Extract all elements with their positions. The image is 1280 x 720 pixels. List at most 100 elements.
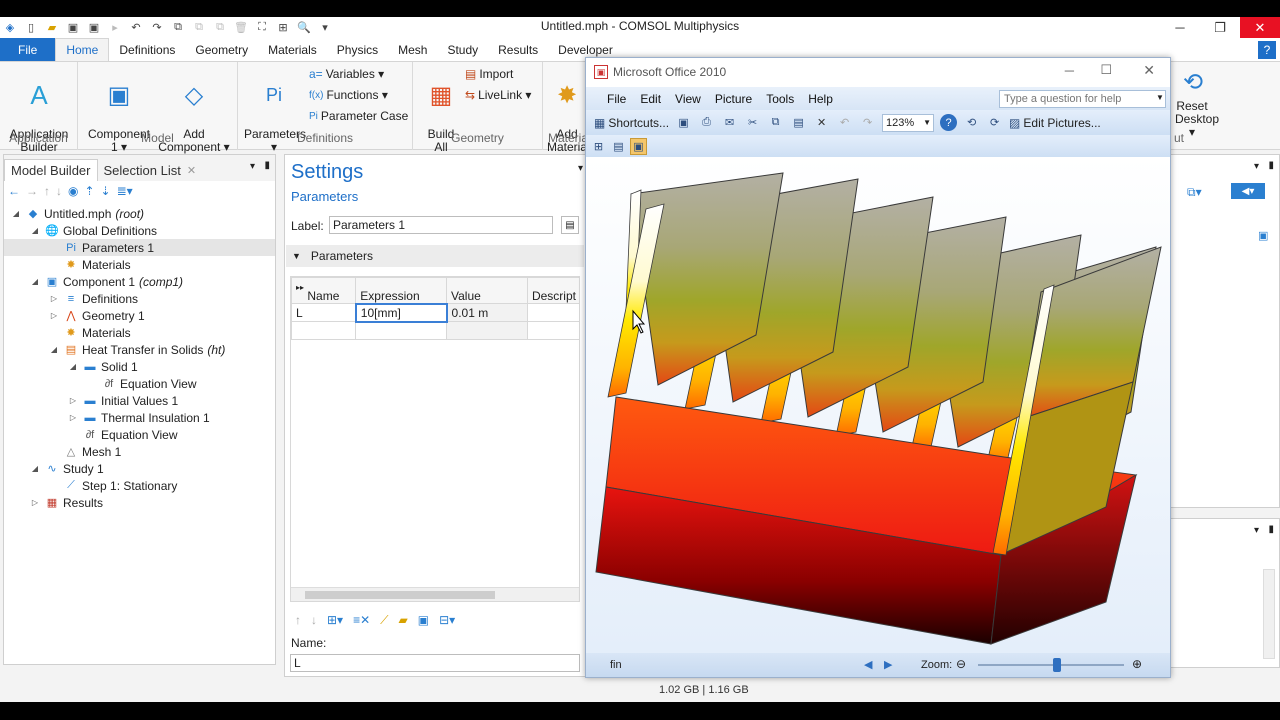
tab-study[interactable]: Study xyxy=(437,38,488,61)
tree-item[interactable]: △ Mesh 1 xyxy=(4,443,275,460)
close-tab-icon[interactable]: ✕ xyxy=(187,164,196,177)
zoom-select[interactable]: 123% ▼ xyxy=(882,113,935,132)
help-dropdown-icon[interactable]: ▼ xyxy=(1156,93,1164,102)
move-row-down-icon[interactable]: ↓ xyxy=(311,613,317,628)
table-row[interactable]: L 10[mm] 0.01 m xyxy=(291,302,579,323)
office-redo-icon[interactable]: ↷ xyxy=(859,114,876,131)
tree-item[interactable]: ◢ ◆ Untitled.mph (root) xyxy=(4,205,275,222)
tree-item[interactable]: ▷ ≡ Definitions xyxy=(4,290,275,307)
label-options-icon[interactable]: ▤ xyxy=(561,216,579,234)
tree-item[interactable]: ◢ ▬ Solid 1 xyxy=(4,358,275,375)
help-icon[interactable]: ? xyxy=(1258,41,1276,59)
tree-item[interactable]: ▷ ▬ Thermal Insulation 1 xyxy=(4,409,275,426)
functions-button[interactable]: f(x) Functions ▾ xyxy=(309,88,388,102)
shortcuts-button[interactable]: ▦ Shortcuts... xyxy=(594,116,669,130)
help-search-input[interactable]: Type a question for help xyxy=(999,90,1166,108)
tab-selection-list[interactable]: Selection List ✕ xyxy=(98,159,203,181)
edit-pictures-button[interactable]: ▨ Edit Pictures... xyxy=(1009,116,1101,130)
zoom-slider[interactable] xyxy=(978,658,1124,672)
office-undo-icon[interactable]: ↶ xyxy=(836,114,853,131)
tab-physics[interactable]: Physics xyxy=(327,38,388,61)
column-header-value[interactable]: Value xyxy=(446,277,528,304)
office-maximize-button[interactable]: ☐ xyxy=(1100,62,1112,78)
minimize-button[interactable]: ─ xyxy=(1160,17,1200,38)
import-button[interactable]: ▤ Import xyxy=(465,67,513,81)
previous-picture-icon[interactable]: ◀ xyxy=(864,658,872,671)
show-icon[interactable]: ◉ xyxy=(68,184,78,198)
office-delete-icon[interactable]: ✕ xyxy=(813,114,830,131)
expand-arrow-icon[interactable]: ▷ xyxy=(29,498,41,507)
next-picture-icon[interactable]: ▶ xyxy=(884,658,892,671)
clean-icon[interactable]: ⟋ xyxy=(380,613,388,628)
cell-name[interactable]: L xyxy=(291,303,357,322)
load-from-file-icon[interactable]: ▰ xyxy=(399,613,408,628)
tab-definitions[interactable]: Definitions xyxy=(109,38,185,61)
tree-item[interactable]: Pi Parameters 1 xyxy=(4,239,275,256)
panel-menu-icon[interactable]: ▾ xyxy=(250,161,255,172)
save-to-file-icon[interactable]: ▣ xyxy=(418,613,429,628)
expand-icon[interactable]: ⇣ xyxy=(101,184,111,198)
office-menu-view[interactable]: View xyxy=(668,92,708,106)
office-email-icon[interactable]: ✉ xyxy=(721,114,738,131)
expand-arrow-icon[interactable]: ◢ xyxy=(10,209,22,218)
tree-item[interactable]: ◢ ∿ Study 1 xyxy=(4,460,275,477)
expand-arrow-icon[interactable]: ▷ xyxy=(48,294,60,303)
tab-model-builder[interactable]: Model Builder xyxy=(4,159,98,181)
cell-description[interactable] xyxy=(526,303,579,322)
office-close-button[interactable]: ✕ xyxy=(1143,62,1155,79)
cell-empty[interactable] xyxy=(291,321,357,340)
screenshot-icon[interactable]: ▣ xyxy=(1258,229,1268,242)
settings-menu-icon[interactable]: ▾ xyxy=(578,163,583,174)
office-minimize-button[interactable]: ─ xyxy=(1065,63,1074,78)
table-hscrollbar[interactable] xyxy=(291,587,579,601)
pin-icon[interactable]: ▮ xyxy=(264,160,270,171)
office-menu-file[interactable]: File xyxy=(600,92,633,106)
move-down-icon[interactable]: ↓ xyxy=(56,184,62,198)
table-row-empty[interactable] xyxy=(291,321,579,340)
expand-arrow-icon[interactable]: ▷ xyxy=(48,311,60,320)
column-header-expression[interactable]: Expression xyxy=(355,277,448,304)
livelink-button[interactable]: ⇆ LiveLink ▾ xyxy=(465,88,531,102)
move-row-up-icon[interactable]: ↑ xyxy=(295,613,301,628)
office-menu-tools[interactable]: Tools xyxy=(759,92,801,106)
graphics-menu-icon[interactable]: ▾ xyxy=(1254,161,1259,172)
tab-geometry[interactable]: Geometry xyxy=(185,38,258,61)
add-row-icon[interactable]: ⊞▾ xyxy=(327,613,343,628)
back-icon[interactable]: ← xyxy=(8,184,20,198)
cell-empty[interactable] xyxy=(526,321,579,340)
collapse-icon[interactable]: ⇡ xyxy=(84,184,94,198)
reset-desktop-button[interactable]: ⟲ xyxy=(1173,66,1213,102)
zoom-in-icon[interactable]: ⊕ xyxy=(1132,657,1142,671)
graphics-pin-icon[interactable]: ▮ xyxy=(1268,160,1274,171)
expand-arrow-icon[interactable]: ◢ xyxy=(29,464,41,473)
office-copy-icon[interactable]: ⧉ xyxy=(767,114,784,131)
tree-item[interactable]: ✸ Materials xyxy=(4,256,275,273)
rotate-right-icon[interactable]: ⟳ xyxy=(986,114,1003,131)
scene-light-icon[interactable]: ◀▾ xyxy=(1231,183,1265,199)
expand-arrow-icon[interactable]: ◢ xyxy=(29,277,41,286)
clear-table-icon[interactable]: ≡✕ xyxy=(353,613,370,628)
tree-item[interactable]: ◢ 🌐 Global Definitions xyxy=(4,222,275,239)
parameter-case-button[interactable]: Pi Parameter Case xyxy=(309,109,408,123)
forward-nav-icon[interactable]: → xyxy=(26,184,38,198)
tree-item[interactable]: ∂f Equation View xyxy=(4,426,275,443)
close-button[interactable]: ✕ xyxy=(1240,17,1280,38)
expand-arrow-icon[interactable]: ◢ xyxy=(67,362,79,371)
tab-mesh[interactable]: Mesh xyxy=(388,38,437,61)
tab-materials[interactable]: Materials xyxy=(258,38,327,61)
thumbnail-view-icon[interactable]: ⊞ xyxy=(590,138,607,155)
office-menu-edit[interactable]: Edit xyxy=(633,92,668,106)
office-menu-picture[interactable]: Picture xyxy=(708,92,759,106)
column-header-name[interactable]: ▸▸ Name xyxy=(291,277,357,304)
messages-pin-icon[interactable]: ▮ xyxy=(1268,524,1274,535)
name-input[interactable]: L xyxy=(290,654,580,672)
expand-arrow-icon[interactable]: ◢ xyxy=(29,226,41,235)
move-up-icon[interactable]: ↑ xyxy=(44,184,50,198)
filmstrip-view-icon[interactable]: ▤ xyxy=(610,138,627,155)
view-options-icon[interactable]: ⧉▾ xyxy=(1187,185,1202,200)
cell-empty[interactable] xyxy=(355,321,448,340)
single-picture-view-icon[interactable]: ▣ xyxy=(630,137,647,155)
column-header-description[interactable]: Descript xyxy=(526,277,579,304)
zoom-out-icon[interactable]: ⊖ xyxy=(956,657,966,671)
tree-item[interactable]: ◢ ▣ Component 1 (comp1) xyxy=(4,273,275,290)
